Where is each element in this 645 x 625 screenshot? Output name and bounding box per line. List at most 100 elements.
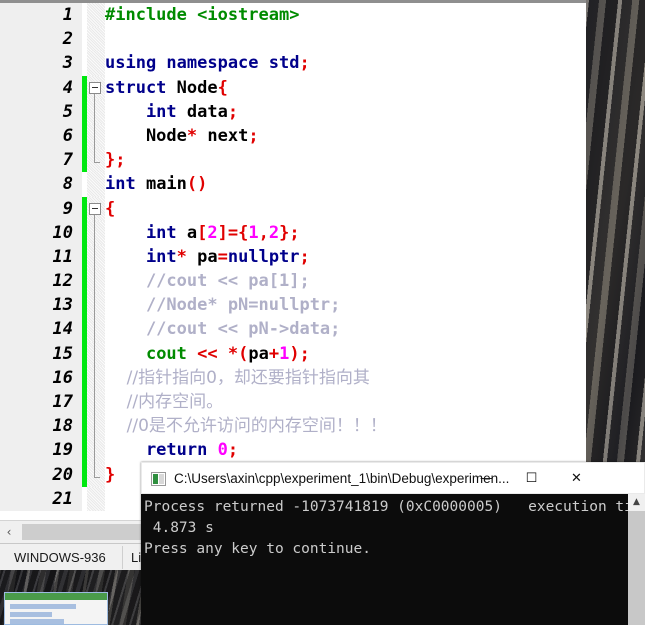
code-line[interactable]: 13 //Node* pN=nullptr; xyxy=(0,293,586,318)
fold-column[interactable] xyxy=(87,99,105,124)
fold-column[interactable] xyxy=(87,3,105,28)
code-line[interactable]: 12 //cout << pa[1]; xyxy=(0,269,586,294)
code-line-text: //内存空间。 xyxy=(105,390,223,414)
fold-guide-line xyxy=(94,390,95,415)
fold-column[interactable] xyxy=(87,390,105,415)
fold-guide-line xyxy=(94,293,95,318)
code-line[interactable]: 9{ xyxy=(0,196,586,221)
line-number: 20 xyxy=(0,462,82,487)
console-vertical-scrollbar[interactable]: ▲ xyxy=(628,494,645,625)
code-line[interactable]: 16 //指针指向0，却还要指针指向其 xyxy=(0,365,586,390)
code-line[interactable]: 18 //0是不允许访问的内存空间！！！ xyxy=(0,414,586,439)
line-number: 15 xyxy=(0,341,82,366)
fold-guide-line xyxy=(94,414,95,439)
code-line-text: #include <iostream> xyxy=(105,3,299,27)
code-line[interactable]: 1 #include <iostream> xyxy=(0,3,586,28)
fold-column[interactable] xyxy=(87,123,105,149)
code-token: pa xyxy=(186,246,218,267)
code-token: }; xyxy=(105,150,126,171)
fold-column[interactable] xyxy=(87,438,105,463)
scroll-left-arrow-icon[interactable]: ‹ xyxy=(2,524,16,540)
fold-collapse-icon[interactable] xyxy=(89,81,101,94)
code-token: () xyxy=(186,174,208,195)
code-line-text: using namespace std; xyxy=(105,51,310,75)
fold-column[interactable] xyxy=(87,148,105,173)
maximize-button[interactable]: ☐ xyxy=(509,463,554,494)
code-token: + xyxy=(268,343,280,364)
fold-column[interactable] xyxy=(87,293,105,318)
code-token: //0是不允许访问的内存空间！！！ xyxy=(105,416,387,437)
console-app-icon xyxy=(151,472,166,486)
code-token: int xyxy=(105,174,146,195)
code-line[interactable]: 3 using namespace std; xyxy=(0,51,586,76)
code-token: int xyxy=(105,246,177,267)
line-number: 5 xyxy=(0,99,82,124)
console-window[interactable]: C:\Users\axin\cpp\experiment_1\bin\Debug… xyxy=(141,462,645,625)
fold-column[interactable] xyxy=(87,244,105,270)
code-text-area[interactable]: 1 #include <iostream> 2 3 using namespace st… xyxy=(0,3,586,516)
fold-column[interactable] xyxy=(87,220,105,245)
code-token: //Node* pN=nullptr; xyxy=(105,295,341,316)
code-line[interactable]: 11 int* pa=nullptr; xyxy=(0,244,586,270)
fold-column[interactable] xyxy=(87,75,105,100)
console-output-text: Process returned -1073741819 (0xC0000005… xyxy=(144,499,645,557)
scroll-up-arrow-icon[interactable]: ▲ xyxy=(628,494,645,511)
tray-popup-titlebar xyxy=(5,593,107,600)
status-encoding: WINDOWS-936 xyxy=(14,550,106,565)
code-line[interactable]: 4 struct Node{ xyxy=(0,75,586,100)
fold-guide-line xyxy=(94,317,95,342)
fold-column[interactable] xyxy=(87,172,105,197)
code-line[interactable]: 14 //cout << pN->data; xyxy=(0,317,586,342)
tray-popup-window[interactable] xyxy=(4,592,108,625)
fold-column[interactable] xyxy=(87,27,105,52)
code-line[interactable]: 8 int main() xyxy=(0,172,586,197)
fold-column[interactable] xyxy=(87,196,105,221)
code-token: #include <iostream> xyxy=(105,5,300,25)
code-line[interactable]: 15 cout << *(pa+1); xyxy=(0,341,586,366)
status-divider xyxy=(122,546,123,569)
console-output-area[interactable]: Process returned -1073741819 (0xC0000005… xyxy=(141,494,645,625)
line-number: 16 xyxy=(0,365,82,390)
code-token: 2 xyxy=(207,222,218,243)
fold-column[interactable] xyxy=(87,414,105,439)
code-line-text: //cout << pN->data; xyxy=(105,317,340,341)
fold-guide-line xyxy=(94,123,95,149)
fold-column[interactable] xyxy=(87,365,105,390)
tray-popup-line xyxy=(10,604,76,609)
code-line[interactable]: 10 int a[2]={1,2}; xyxy=(0,220,586,245)
code-line[interactable]: 7}; xyxy=(0,148,586,173)
fold-column[interactable] xyxy=(87,486,105,511)
code-line[interactable]: 6 Node* next; xyxy=(0,123,586,149)
code-line-text: Node* next; xyxy=(105,124,259,148)
code-line[interactable]: 2 xyxy=(0,27,586,52)
close-button[interactable]: ✕ xyxy=(554,463,599,494)
fold-column[interactable] xyxy=(87,51,105,76)
code-line-text: int data; xyxy=(105,100,238,124)
code-line-text: cout << *(pa+1); xyxy=(105,342,310,366)
code-line[interactable]: 17 //内存空间。 xyxy=(0,390,586,415)
code-token: 1 xyxy=(279,343,290,364)
fold-column[interactable] xyxy=(87,317,105,342)
code-token: * xyxy=(176,246,187,267)
code-line-text: } xyxy=(105,463,115,487)
code-token: ]={ xyxy=(217,222,249,243)
code-token: //cout << pa[1]; xyxy=(105,271,310,292)
fold-collapse-icon[interactable] xyxy=(89,202,101,215)
code-line-text: //0是不允许访问的内存空间！！！ xyxy=(105,414,387,438)
fold-column[interactable] xyxy=(87,341,105,366)
code-line[interactable]: 5 int data; xyxy=(0,99,586,124)
console-title-text: C:\Users\axin\cpp\experiment_1\bin\Debug… xyxy=(174,471,510,486)
code-token: struct xyxy=(105,77,177,98)
code-token: ; xyxy=(299,53,310,74)
code-line-text: int a[2]={1,2}; xyxy=(105,221,300,245)
fold-guide-line xyxy=(94,99,95,124)
console-title-bar[interactable]: C:\Users\axin\cpp\experiment_1\bin\Debug… xyxy=(141,462,645,494)
fold-column[interactable] xyxy=(87,269,105,294)
code-token: nullptr xyxy=(227,246,300,267)
code-line[interactable]: 19 return 0; xyxy=(0,438,586,463)
minimize-button[interactable]: — xyxy=(464,463,509,494)
code-token: * xyxy=(186,125,198,146)
fold-column[interactable] xyxy=(87,462,105,487)
